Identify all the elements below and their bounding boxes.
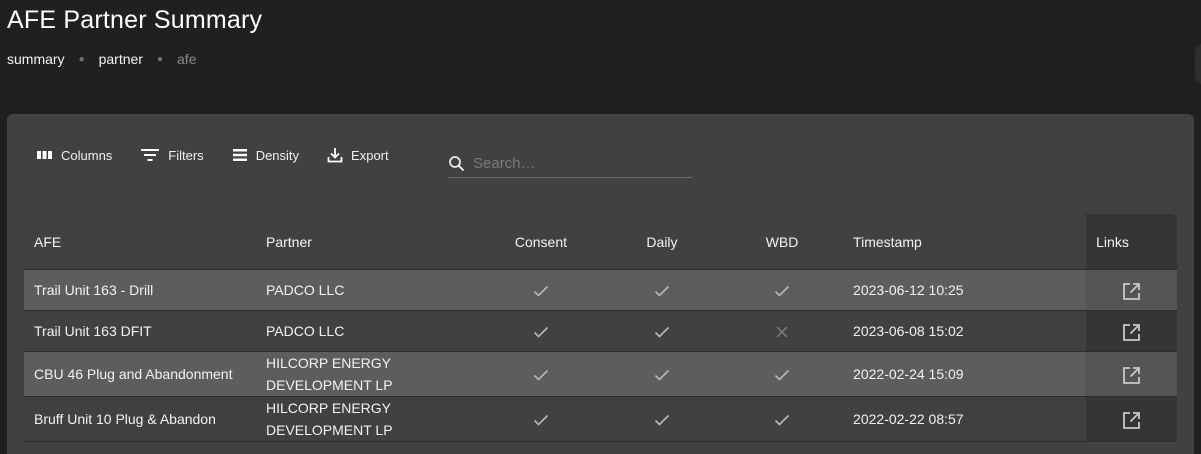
column-header-afe[interactable]: AFE	[24, 214, 256, 270]
cell-consent	[478, 269, 603, 311]
cell-consent	[478, 310, 603, 352]
cell-afe: Bruff Unit 10 Plug & Abandon	[24, 396, 256, 442]
open-in-new-icon	[1123, 366, 1140, 384]
page-title: AFE Partner Summary	[7, 6, 263, 34]
density-icon	[232, 149, 247, 161]
close-icon	[776, 326, 788, 338]
check-icon	[533, 286, 549, 297]
search-icon	[449, 156, 465, 172]
column-header-partner[interactable]: Partner	[256, 214, 479, 270]
search-field[interactable]	[448, 150, 692, 178]
cell-daily	[602, 269, 721, 311]
check-icon	[774, 415, 790, 426]
table-row[interactable]: CBU 46 Plug and Abandonment HILCORP ENERG…	[24, 351, 1177, 397]
columns-label: Columns	[61, 147, 113, 163]
check-icon	[774, 286, 790, 297]
export-label: Export	[351, 147, 389, 163]
cell-partner: PADCO LLC	[256, 269, 479, 311]
open-in-new-icon	[1123, 282, 1140, 300]
cell-consent	[478, 351, 603, 397]
cell-afe: Trail Unit 163 - Drill	[24, 269, 256, 311]
column-header-wbd[interactable]: WBD	[721, 214, 844, 270]
check-icon	[533, 415, 549, 426]
cell-links	[1086, 310, 1177, 352]
cell-daily	[602, 396, 721, 442]
check-icon	[533, 327, 549, 338]
partner-name-line: PADCO LLC	[266, 282, 345, 298]
filters-button[interactable]: Filters	[140, 147, 204, 163]
columns-button[interactable]: Columns	[36, 148, 112, 163]
check-icon	[774, 370, 790, 381]
check-icon	[654, 286, 670, 297]
column-header-daily[interactable]: Daily	[602, 214, 721, 270]
cell-daily	[602, 310, 721, 352]
filters-label: Filters	[168, 147, 204, 163]
cell-timestamp: 2023-06-12 10:25	[843, 269, 1087, 311]
check-icon	[533, 370, 549, 381]
partner-name-line: HILCORP ENERGY	[266, 400, 391, 416]
open-link-button[interactable]	[1122, 366, 1141, 384]
check-icon	[654, 415, 670, 426]
download-icon	[327, 148, 343, 163]
side-drawer-handle[interactable]	[1195, 44, 1201, 84]
cell-wbd	[721, 310, 844, 352]
table-row[interactable]: Trail Unit 163 DFIT PADCO LLC 2023-06-08 1…	[24, 310, 1177, 352]
partner-name-line: DEVELOPMENT LP	[266, 422, 393, 438]
cell-links	[1086, 269, 1177, 311]
open-in-new-icon	[1123, 411, 1140, 429]
breadcrumb-partner[interactable]: partner	[99, 51, 143, 67]
open-link-button[interactable]	[1122, 282, 1141, 300]
column-header-timestamp[interactable]: Timestamp	[843, 214, 1087, 270]
cell-links	[1086, 351, 1177, 397]
cell-partner: HILCORP ENERGY DEVELOPMENT LP	[256, 396, 479, 442]
breadcrumb-separator: ●	[78, 53, 85, 65]
breadcrumb-separator: ●	[156, 53, 164, 65]
column-header-consent[interactable]: Consent	[478, 214, 603, 270]
cell-daily	[602, 351, 721, 397]
breadcrumb: summary ● partner ● afe	[7, 51, 196, 67]
grid-toolbar: Columns Filters Density Export	[36, 147, 417, 163]
export-button[interactable]: Export	[327, 147, 389, 163]
cell-partner: HILCORP ENERGY DEVELOPMENT LP	[256, 351, 479, 397]
column-header-links[interactable]: Links	[1086, 214, 1177, 270]
check-icon	[654, 327, 670, 338]
cell-timestamp: 2022-02-22 08:57	[843, 396, 1087, 442]
cell-wbd	[721, 351, 844, 397]
density-label: Density	[255, 147, 300, 163]
cell-wbd	[721, 269, 844, 311]
open-link-button[interactable]	[1122, 323, 1141, 341]
cell-afe: CBU 46 Plug and Abandonment	[24, 351, 256, 397]
cell-timestamp: 2022-02-24 15:09	[843, 351, 1087, 397]
cell-links	[1086, 396, 1177, 442]
filter-icon	[141, 149, 160, 161]
partner-name-line: PADCO LLC	[266, 323, 345, 339]
cell-consent	[478, 396, 603, 442]
cell-partner: PADCO LLC	[256, 310, 479, 352]
check-icon	[654, 370, 670, 381]
columns-icon	[37, 151, 52, 159]
table-row[interactable]: Bruff Unit 10 Plug & Abandon HILCORP ENER…	[24, 396, 1177, 442]
cell-afe: Trail Unit 163 DFIT	[24, 310, 256, 352]
partner-name-line: DEVELOPMENT LP	[266, 377, 393, 393]
search-input[interactable]	[471, 154, 675, 173]
table-header-row: AFE Partner Consent Daily WBD Timestamp …	[24, 214, 1177, 270]
breadcrumb-summary[interactable]: summary	[7, 51, 65, 67]
table-row[interactable]: Trail Unit 163 - Drill PADCO LLC 2023-06-1…	[24, 269, 1177, 311]
cell-timestamp: 2023-06-08 15:02	[843, 310, 1087, 352]
cell-wbd	[721, 396, 844, 442]
density-button[interactable]: Density	[232, 148, 299, 163]
breadcrumb-afe: afe	[177, 51, 197, 67]
partner-name-line: HILCORP ENERGY	[266, 355, 391, 371]
open-link-button[interactable]	[1122, 411, 1141, 429]
afe-partner-table: AFE Partner Consent Daily WBD Timestamp …	[24, 214, 1177, 442]
open-in-new-icon	[1123, 323, 1140, 341]
